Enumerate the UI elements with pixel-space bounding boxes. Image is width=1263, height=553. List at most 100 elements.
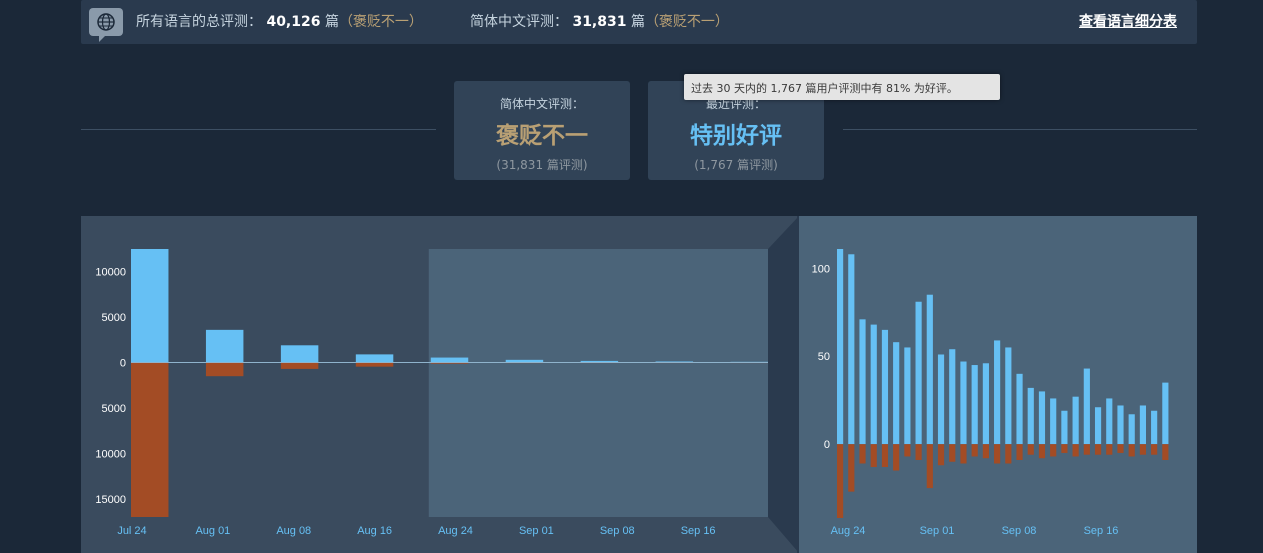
main-positive-bar[interactable] — [205, 329, 244, 363]
detail-positive-bar[interactable] — [837, 249, 844, 445]
all-languages-label: 所有语言的总评测： — [136, 14, 262, 30]
detail-negative-bar[interactable] — [859, 444, 866, 464]
detail-negative-bar[interactable] — [893, 444, 900, 471]
main-highlight-range[interactable] — [428, 249, 768, 517]
detail-y-tick-label: 50 — [818, 351, 830, 363]
detail-negative-bar[interactable] — [904, 444, 911, 457]
detail-negative-bar[interactable] — [1139, 444, 1147, 455]
detail-positive-bar[interactable] — [1106, 398, 1113, 445]
globe-icon — [89, 8, 123, 42]
main-negative-bar[interactable] — [131, 362, 169, 517]
detail-negative-bar[interactable] — [1151, 444, 1158, 455]
detail-negative-bar[interactable] — [1016, 444, 1023, 460]
divider-left — [81, 129, 436, 130]
detail-positive-bar[interactable] — [1139, 405, 1147, 445]
detail-negative-bar[interactable] — [1038, 444, 1046, 459]
detail-negative-bar[interactable] — [1106, 444, 1113, 455]
detail-negative-bar[interactable] — [1162, 444, 1169, 460]
detail-negative-bar[interactable] — [1061, 444, 1068, 453]
detail-positive-bar[interactable] — [960, 361, 967, 445]
detail-negative-bar[interactable] — [937, 444, 945, 466]
zh-summary: 简体中文评测： 31,831 篇（褒贬不一） — [470, 11, 729, 31]
recent-score-value: 特别好评 — [690, 123, 782, 149]
divider-right — [843, 129, 1197, 130]
detail-positive-bar[interactable] — [949, 349, 956, 445]
detail-positive-bar[interactable] — [926, 294, 933, 445]
detail-positive-bar[interactable] — [1128, 414, 1135, 445]
zh-count: 31,831 — [572, 14, 627, 30]
detail-negative-bar[interactable] — [1083, 444, 1090, 455]
main-y-tick-label: 15000 — [95, 494, 126, 506]
detail-positive-bar[interactable] — [1083, 368, 1090, 445]
detail-positive-bar[interactable] — [1117, 405, 1124, 445]
detail-negative-bar[interactable] — [982, 444, 989, 459]
main-positive-bar[interactable] — [280, 345, 319, 363]
main-x-tick-label: Sep 01 — [519, 525, 554, 537]
recent-score-count: (1,767 篇评测) — [694, 158, 778, 172]
main-negative-bar[interactable] — [355, 362, 394, 367]
detail-negative-bar[interactable] — [1027, 444, 1034, 455]
main-x-tick-label: Sep 16 — [681, 525, 716, 537]
detail-positive-bar[interactable] — [904, 347, 911, 445]
detail-positive-bar[interactable] — [1061, 410, 1068, 445]
detail-positive-bar[interactable] — [994, 340, 1001, 445]
detail-negative-bar[interactable] — [1117, 444, 1124, 453]
language-breakdown-link[interactable]: 查看语言细分表 — [1079, 11, 1177, 31]
detail-positive-bar[interactable] — [1038, 391, 1046, 445]
detail-positive-bar[interactable] — [1162, 382, 1169, 445]
zh-score-card[interactable]: 简体中文评测： 褒贬不一 (31,831 篇评测) — [454, 81, 630, 180]
detail-positive-bar[interactable] — [870, 324, 877, 445]
main-y-tick-label: 10000 — [95, 448, 126, 460]
main-y-tick-label: 5000 — [102, 312, 126, 324]
detail-positive-bar[interactable] — [971, 365, 978, 445]
detail-positive-bar[interactable] — [848, 254, 855, 445]
detail-positive-bar[interactable] — [915, 301, 922, 445]
main-negative-bar[interactable] — [205, 362, 244, 377]
detail-positive-bar[interactable] — [859, 319, 866, 445]
zh-rating: （褒贬不一） — [644, 14, 729, 30]
main-x-tick-label: Sep 08 — [600, 525, 635, 537]
detail-positive-bar[interactable] — [1050, 398, 1057, 445]
main-positive-bar[interactable] — [430, 357, 469, 363]
detail-positive-bar[interactable] — [1072, 396, 1079, 445]
detail-negative-bar[interactable] — [915, 444, 922, 460]
main-x-tick-label: Aug 24 — [438, 525, 473, 537]
detail-negative-bar[interactable] — [994, 444, 1001, 464]
main-x-tick-label: Aug 01 — [195, 525, 230, 537]
all-languages-count: 40,126 — [266, 14, 321, 30]
detail-negative-bar[interactable] — [949, 444, 956, 462]
main-negative-bar[interactable] — [280, 362, 319, 369]
detail-positive-bar[interactable] — [881, 329, 889, 445]
detail-positive-bar[interactable] — [1016, 373, 1023, 445]
zoom-connector — [768, 216, 799, 553]
detail-positive-bar[interactable] — [937, 354, 945, 445]
detail-positive-bar[interactable] — [982, 363, 989, 445]
detail-positive-bar[interactable] — [1027, 387, 1034, 445]
detail-negative-bar[interactable] — [881, 444, 889, 468]
detail-negative-bar[interactable] — [1128, 444, 1135, 457]
review-summary-bar: 所有语言的总评测： 40,126 篇（褒贬不一） 简体中文评测： 31,831 … — [81, 0, 1197, 44]
detail-positive-bar[interactable] — [893, 342, 900, 445]
histogram-svg: 10000 5000 0 5000 10000 15000 Jul 24 Aug 01 Aug … — [81, 216, 1197, 553]
detail-negative-bar[interactable] — [1072, 444, 1079, 457]
zh-unit: 篇 — [630, 14, 645, 30]
main-positive-bar[interactable] — [355, 354, 394, 363]
detail-negative-bar[interactable] — [1005, 444, 1012, 464]
detail-negative-bar[interactable] — [926, 444, 933, 489]
all-languages-summary: 所有语言的总评测： 40,126 篇（褒贬不一） — [136, 11, 423, 31]
detail-negative-bar[interactable] — [1094, 444, 1102, 455]
detail-positive-bar[interactable] — [1151, 410, 1158, 445]
detail-negative-bar[interactable] — [870, 444, 877, 468]
detail-negative-bar[interactable] — [971, 444, 978, 457]
detail-positive-bar[interactable] — [1094, 407, 1102, 445]
recent-tooltip: 过去 30 天内的 1,767 篇用户评测中有 81% 为好评。 — [684, 74, 1000, 100]
main-x-tick-label: Aug 16 — [357, 525, 392, 537]
main-y-tick-label: 5000 — [102, 403, 126, 415]
detail-negative-bar[interactable] — [837, 444, 844, 518]
zh-score-count: (31,831 篇评测) — [496, 158, 588, 172]
main-positive-bar[interactable] — [131, 249, 169, 363]
detail-positive-bar[interactable] — [1005, 347, 1012, 445]
detail-negative-bar[interactable] — [960, 444, 967, 464]
detail-negative-bar[interactable] — [848, 444, 855, 492]
detail-negative-bar[interactable] — [1050, 444, 1057, 457]
